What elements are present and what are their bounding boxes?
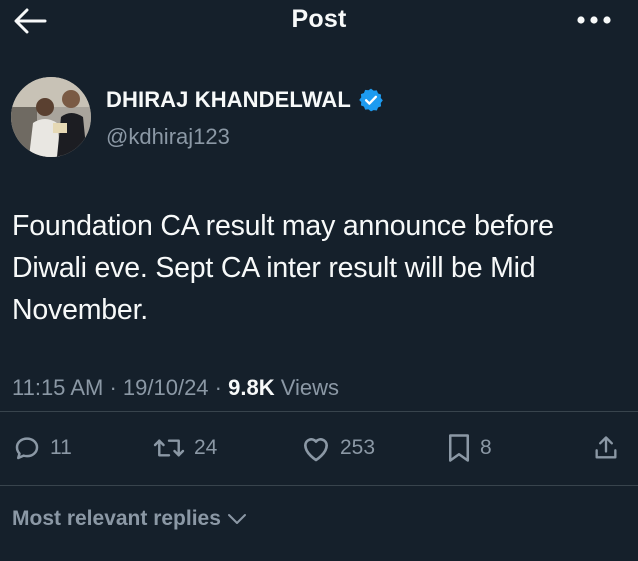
avatar[interactable] — [11, 77, 91, 157]
reply-icon — [15, 437, 39, 460]
chevron-down-icon — [227, 514, 246, 524]
post-date[interactable]: 19/10/24 — [123, 375, 209, 400]
repost-button[interactable]: 24 — [152, 428, 217, 468]
replies-sort-dropdown[interactable]: Most relevant replies — [12, 507, 247, 531]
bookmark-icon — [449, 434, 469, 462]
replies-sort-label: Most relevant replies — [12, 507, 221, 530]
views-count: 9.8K — [228, 375, 275, 400]
divider — [0, 485, 638, 486]
reply-button[interactable]: 11 — [12, 428, 72, 468]
repost-count: 24 — [194, 436, 218, 459]
author-handle[interactable]: @kdhiraj123 — [106, 124, 230, 150]
meta-separator: · — [214, 375, 229, 400]
verified-badge-icon[interactable] — [358, 87, 384, 113]
author-name-text: DHIRAJ KHANDELWAL — [106, 87, 351, 112]
bookmark-count: 8 — [480, 436, 492, 459]
like-button[interactable]: 253 — [300, 428, 375, 468]
divider — [0, 411, 638, 412]
meta-separator: · — [109, 375, 123, 400]
views-label: Views — [280, 375, 340, 400]
top-bar: Post — [0, 0, 638, 44]
heart-icon — [304, 438, 328, 462]
post-page: Post DHIRAJ KHANDELWAL @kdhiraj123 Found… — [0, 0, 638, 561]
post-meta: 11:15 AM · 19/10/24 · 9.8K Views — [12, 375, 339, 401]
post-time[interactable]: 11:15 AM — [12, 375, 103, 400]
author-name[interactable]: DHIRAJ KHANDELWAL — [106, 87, 384, 113]
post-text: Foundation CA result may announce before… — [12, 210, 554, 326]
share-icon — [595, 436, 617, 459]
like-count: 253 — [340, 436, 376, 459]
avatar-photo — [11, 77, 91, 157]
more-horizontal-icon — [577, 16, 611, 24]
bookmark-button[interactable]: 8 — [446, 428, 492, 468]
more-options-button[interactable] — [572, 8, 616, 32]
repost-icon — [153, 439, 185, 457]
share-button[interactable] — [592, 428, 620, 468]
page-title: Post — [291, 5, 347, 33]
reply-count: 11 — [50, 436, 72, 459]
